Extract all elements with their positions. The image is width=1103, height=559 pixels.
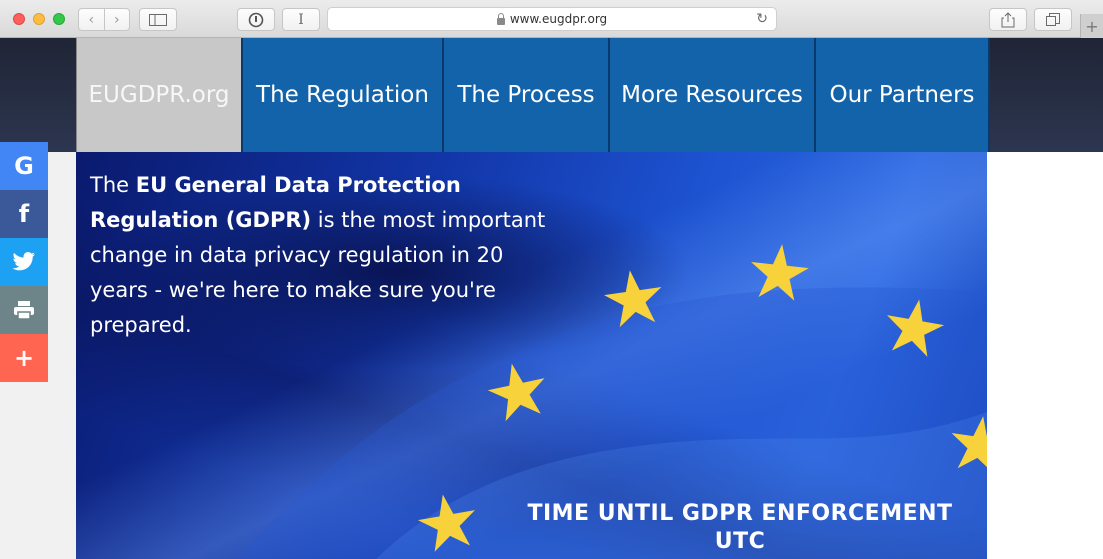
forward-icon[interactable]: ›	[103, 9, 130, 30]
twitter-share-button[interactable]	[0, 238, 48, 286]
history-nav: ‹ ›	[78, 8, 130, 31]
plus-icon: +	[13, 344, 35, 372]
social-share-bar: G f +	[0, 142, 48, 382]
twitter-icon	[12, 252, 35, 271]
close-window-button[interactable]	[13, 13, 25, 25]
nav-resources-link[interactable]: More Resources	[610, 38, 816, 152]
right-gutter	[987, 152, 1103, 559]
privacy-report-button[interactable]	[237, 8, 275, 31]
share-button[interactable]	[989, 8, 1027, 31]
facebook-icon: f	[18, 200, 30, 228]
nav-process-link[interactable]: The Process	[444, 38, 610, 152]
print-icon	[14, 301, 34, 320]
web-page: EUGDPR.org The Regulation The Process Mo…	[0, 38, 1103, 559]
hero-intro-lead: The	[90, 173, 136, 197]
facebook-share-button[interactable]: f	[0, 190, 48, 238]
back-icon[interactable]: ‹	[79, 9, 104, 30]
new-tab-button[interactable]: +	[1080, 14, 1103, 38]
address-bar[interactable]: www.eugdpr.org ↻	[327, 7, 777, 31]
browser-toolbar: ‹ › I www.eugdpr.org ↻ +	[0, 0, 1103, 38]
lock-icon	[496, 12, 505, 25]
sidebar-toggle-button[interactable]	[139, 8, 177, 31]
nav-partners-link[interactable]: Our Partners	[816, 38, 990, 152]
reader-button[interactable]: I	[282, 8, 320, 31]
nav-home-link[interactable]: EUGDPR.org	[76, 38, 243, 152]
hero-banner: The EU General Data Protection Regulatio…	[76, 152, 987, 559]
nav-regulation-link[interactable]: The Regulation	[243, 38, 444, 152]
share-icon	[1001, 11, 1015, 27]
shield-info-icon	[248, 12, 264, 27]
countdown-title: TIME UNTIL GDPR ENFORCEMENT UTC	[527, 501, 953, 554]
sidebar-icon	[149, 13, 167, 26]
minimize-window-button[interactable]	[33, 13, 45, 25]
url-text: www.eugdpr.org	[509, 12, 608, 26]
google-share-button[interactable]: G	[0, 142, 48, 190]
tabs-icon	[1046, 12, 1060, 26]
reload-icon[interactable]: ↻	[756, 11, 768, 27]
google-icon: G	[14, 152, 34, 180]
maximize-window-button[interactable]	[53, 13, 65, 25]
reader-label: I	[298, 11, 304, 28]
print-button[interactable]	[0, 286, 48, 334]
hero-intro-text: The EU General Data Protection Regulatio…	[90, 168, 550, 343]
main-nav: EUGDPR.org The Regulation The Process Mo…	[76, 38, 990, 152]
tabs-overview-button[interactable]	[1034, 8, 1072, 31]
more-share-button[interactable]: +	[0, 334, 48, 382]
